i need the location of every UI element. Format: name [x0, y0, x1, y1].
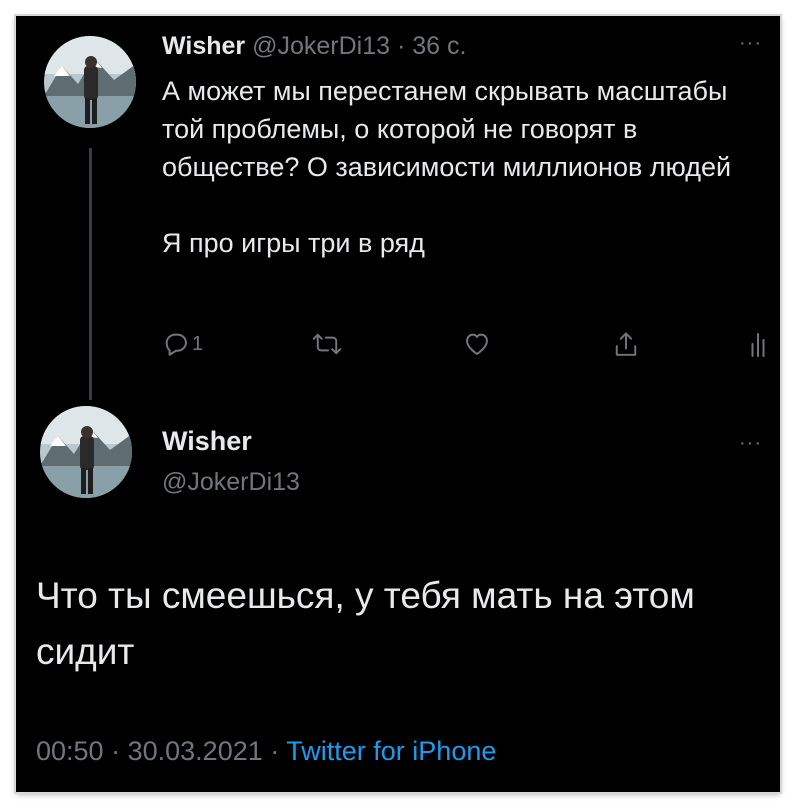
reply-button[interactable]: 1: [162, 330, 203, 358]
like-icon: [466, 333, 488, 355]
reply-count: 1: [192, 332, 204, 355]
tweet1-author-name[interactable]: Wisher: [162, 32, 245, 60]
tweet1-paragraph-2: Я про игры три в ряд: [162, 228, 425, 258]
tweet1-timestamp[interactable]: 36 с.: [412, 32, 466, 60]
tweet-screenshot: Wisher @JokerDi13 · 36 с. ··· А может мы…: [16, 16, 780, 792]
analytics-icon: [751, 333, 765, 357]
separator-dot: ·: [270, 736, 280, 766]
tweet1-action-bar: 1: [162, 330, 765, 364]
tweet1-paragraph-1: А может мы перестанем скрывать масштабы …: [162, 76, 732, 182]
more-options-icon[interactable]: ···: [739, 32, 762, 55]
tweet2-source-link[interactable]: Twitter for iPhone: [286, 736, 496, 766]
share-icon: [615, 332, 637, 356]
separator-dot: ·: [396, 32, 406, 60]
tweet2-time[interactable]: 00:50: [36, 736, 104, 766]
analytics-button[interactable]: [750, 330, 766, 358]
avatar-image: [40, 406, 132, 498]
retweet-icon: [312, 333, 342, 355]
share-button[interactable]: [612, 330, 640, 360]
like-button[interactable]: [462, 330, 492, 358]
tweet1-header: Wisher @JokerDi13 · 36 с.: [162, 32, 466, 61]
thread-connector-line: [89, 148, 92, 400]
tweet2-author-name[interactable]: Wisher: [162, 426, 252, 457]
tweet1-text: А может мы перестанем скрывать масштабы …: [162, 72, 762, 262]
avatar[interactable]: [44, 36, 136, 128]
avatar-image: [44, 36, 136, 128]
retweet-button[interactable]: [312, 330, 342, 358]
tweet1-author-handle[interactable]: @JokerDi13: [252, 32, 390, 60]
reply-icon: [165, 333, 187, 356]
tweet2-author-handle[interactable]: @JokerDi13: [162, 468, 300, 497]
tweet2-date[interactable]: 30.03.2021: [128, 736, 263, 766]
more-options-icon[interactable]: ···: [739, 432, 762, 455]
avatar[interactable]: [40, 406, 132, 498]
tweet2-text: Что ты смеешься, у тебя мать на этом сид…: [36, 575, 695, 672]
tweet2-meta: 00:50 · 30.03.2021 · Twitter for iPhone: [36, 736, 496, 767]
separator-dot: ·: [111, 736, 121, 766]
